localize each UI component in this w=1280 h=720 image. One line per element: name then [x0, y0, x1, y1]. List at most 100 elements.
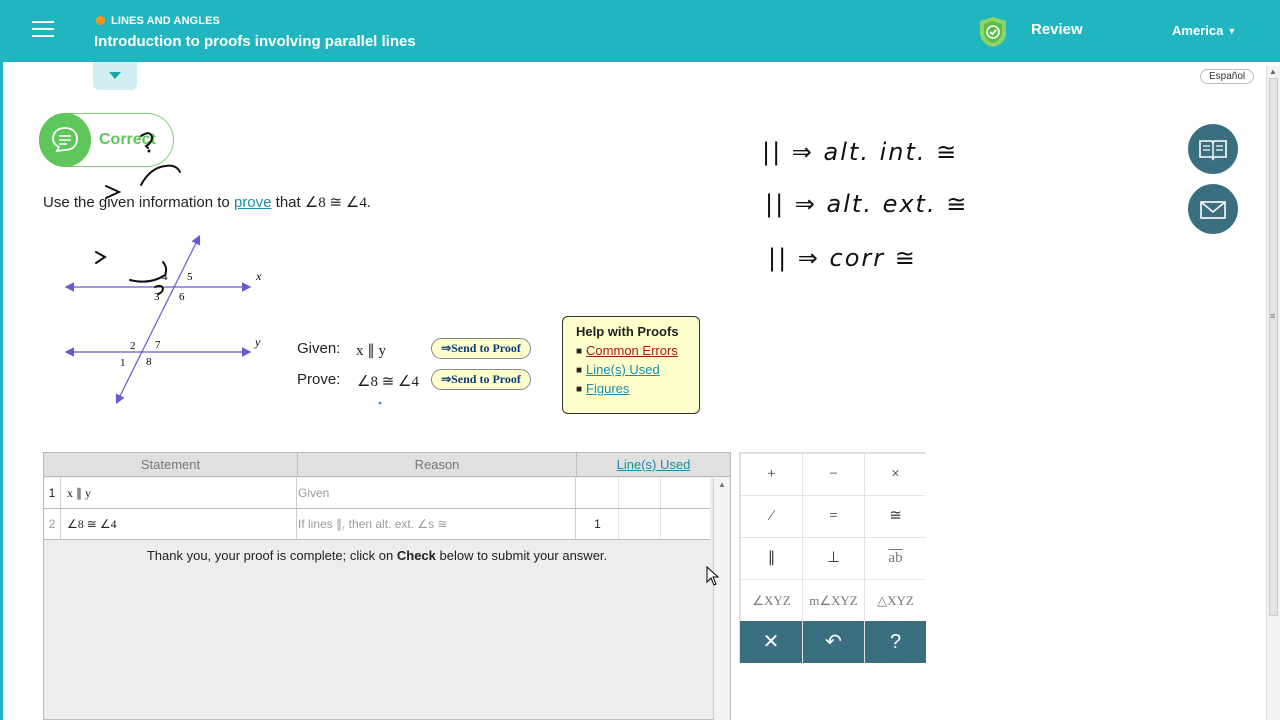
common-errors-link[interactable]: Common Errors: [586, 343, 678, 358]
line-used-cell[interactable]: [577, 478, 619, 508]
mail-icon: [1200, 201, 1226, 219]
angle-label: 7: [155, 339, 161, 351]
clear-key[interactable]: ✕: [740, 621, 802, 663]
proof-table: Statement Reason Line(s) Used 1 x ∥ y Gi…: [43, 452, 731, 720]
check-word: Check: [396, 548, 436, 563]
reason-header: Reason: [297, 453, 576, 477]
prove-link[interactable]: prove: [234, 194, 272, 211]
region-selector[interactable]: America ▼: [1172, 23, 1236, 38]
help-item-common-errors[interactable]: ■ Common Errors: [576, 343, 699, 358]
prompt-text-2: that: [275, 194, 301, 211]
row-number: 1: [44, 478, 61, 508]
top-bar: LINES AND ANGLES Introduction to proofs …: [0, 0, 1280, 62]
given-value: x ∥ y: [356, 343, 386, 359]
handwritten-note: || ⇒ corr ≅: [768, 244, 917, 272]
line-used-cell[interactable]: [619, 509, 661, 539]
equals-key[interactable]: =: [803, 496, 864, 537]
feedback-pill[interactable]: Correct: [39, 113, 174, 167]
region-label: America: [1172, 23, 1224, 38]
angle-key[interactable]: ∠XYZ: [741, 580, 802, 621]
proof-table-scrollbar[interactable]: ▲: [713, 478, 730, 720]
page-title: Introduction to proofs involving paralle…: [94, 33, 416, 50]
statement-header: Statement: [140, 457, 201, 472]
lines-used-link[interactable]: Line(s) Used: [586, 362, 660, 377]
line-used-cell[interactable]: 1: [577, 509, 619, 539]
figures-link[interactable]: Figures: [586, 381, 629, 396]
congruent-key[interactable]: ≅: [865, 496, 926, 537]
angle-label: 1: [120, 357, 126, 369]
lines-used-header[interactable]: Line(s) Used: [576, 453, 730, 477]
plus-key[interactable]: +: [741, 454, 802, 495]
triangle-key[interactable]: △XYZ: [865, 580, 926, 621]
statement-cell[interactable]: ∠8 ≅ ∠4: [62, 509, 297, 539]
scroll-grip-icon: ≡: [1270, 311, 1276, 321]
undo-key[interactable]: ↶: [803, 621, 864, 663]
status-dot: [96, 16, 105, 25]
bullet-icon: ■: [576, 365, 583, 376]
menu-icon[interactable]: [32, 21, 54, 39]
minus-key[interactable]: −: [803, 454, 864, 495]
segment-key[interactable]: ab: [865, 538, 926, 579]
parallel-lines-figure: x y 4 5 3 6 2 7 1 8: [64, 234, 262, 405]
breadcrumb: LINES AND ANGLES: [96, 15, 220, 27]
statement-cell[interactable]: x ∥ y: [62, 478, 297, 508]
prompt-expression: ∠8 ≅ ∠4.: [304, 195, 371, 211]
bullet-icon: ■: [576, 346, 583, 357]
angle-label: 6: [179, 291, 185, 303]
help-item-lines-used[interactable]: ■ Line(s) Used: [576, 362, 699, 377]
angle-label: 8: [146, 356, 152, 368]
line-used-cell[interactable]: [661, 509, 710, 539]
line-y-label: y: [254, 335, 261, 349]
line-used-cell[interactable]: [619, 478, 661, 508]
table-row[interactable]: 2 ∠8 ≅ ∠4 If lines ∥, then alt. ext. ∠s …: [44, 509, 710, 540]
help-key[interactable]: ?: [865, 621, 926, 663]
times-key[interactable]: ×: [865, 454, 926, 495]
dropdown-tab[interactable]: [93, 62, 137, 90]
parallel-key[interactable]: ∥: [741, 538, 802, 579]
pen-stroke: [140, 164, 181, 186]
page-scrollbar[interactable]: ▲ ≡: [1266, 66, 1280, 720]
divide-key[interactable]: ∕: [741, 496, 802, 537]
lines-used-header-link[interactable]: Line(s) Used: [617, 457, 691, 472]
proof-table-header: Statement Reason Line(s) Used: [44, 453, 730, 477]
mail-button[interactable]: [1188, 184, 1238, 234]
completion-message: Thank you, your proof is complete; click…: [44, 548, 710, 563]
row-number: 2: [44, 509, 61, 539]
table-row[interactable]: 1 x ∥ y Given: [44, 478, 710, 509]
book-icon: [1199, 140, 1227, 161]
help-title: Help with Proofs: [576, 324, 679, 339]
prove-label: Prove:: [297, 371, 341, 388]
line-used-cell[interactable]: [661, 478, 710, 508]
segment-key-label: ab: [888, 550, 903, 566]
angle-measure-key[interactable]: m∠XYZ: [803, 580, 864, 621]
prove-value: ∠8 ≅ ∠4: [357, 374, 419, 390]
mouse-cursor-icon: [706, 566, 720, 586]
scroll-up-icon[interactable]: ▲: [1269, 67, 1277, 76]
transversal-line: [115, 234, 201, 405]
handwritten-note: || ⇒ alt. int. ≅: [762, 138, 958, 166]
feedback-label: Correct: [99, 131, 156, 148]
question-prompt: Use the given information to prove that …: [43, 193, 371, 212]
help-with-proofs-box: Help with Proofs ■ Common Errors ■ Line(s)…: [562, 316, 700, 414]
scroll-up-icon[interactable]: ▲: [718, 480, 726, 489]
reason-cell[interactable]: If lines ∥, then alt. ext. ∠s ≅: [298, 509, 576, 539]
chat-bubble-icon: [39, 113, 91, 167]
angle-label: 3: [154, 291, 160, 303]
send-given-to-proof-button[interactable]: ⇒Send to Proof: [431, 338, 531, 359]
bullet-icon: ■: [576, 384, 583, 395]
perpendicular-key[interactable]: ⊥: [803, 538, 864, 579]
completion-text-2: below to submit your answer.: [439, 548, 608, 563]
send-prove-to-proof-button[interactable]: ⇒Send to Proof: [431, 369, 531, 390]
review-button[interactable]: Review: [1031, 21, 1083, 38]
scrollbar-thumb[interactable]: [1269, 78, 1278, 616]
help-item-figures[interactable]: ■ Figures: [576, 381, 699, 396]
reason-cell[interactable]: Given: [298, 478, 576, 508]
caret-down-icon: ▼: [1227, 26, 1237, 36]
prompt-text: Use the given information to: [43, 194, 230, 211]
shield-check-icon[interactable]: [979, 16, 1007, 48]
angle-label: 2: [130, 340, 136, 352]
book-button[interactable]: [1188, 124, 1238, 174]
handwritten-note: || ⇒ alt. ext. ≅: [765, 190, 968, 218]
completion-text: Thank you, your proof is complete; click…: [146, 548, 394, 563]
language-toggle[interactable]: Español: [1200, 69, 1255, 84]
